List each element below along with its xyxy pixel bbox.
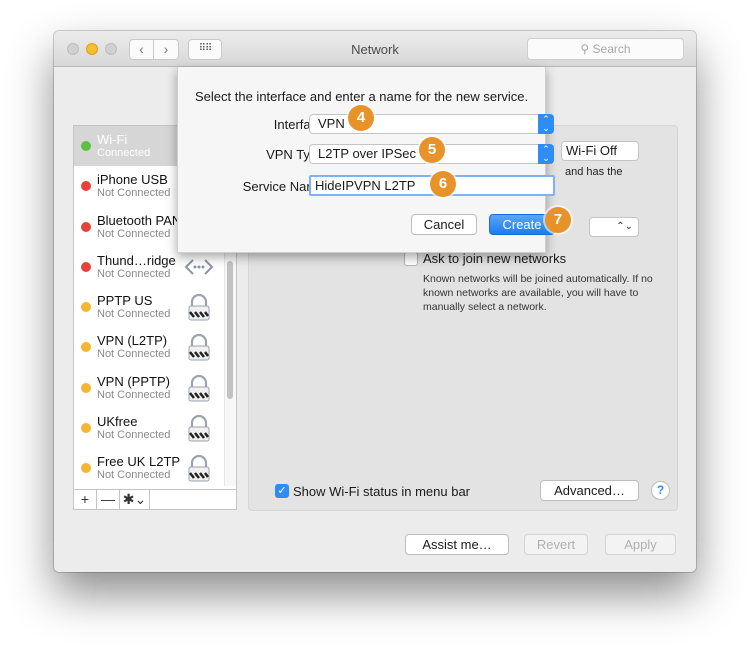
- status-dot-icon: [81, 221, 91, 232]
- step-badge-7: 7: [545, 207, 571, 233]
- network-name-select[interactable]: ⌃⌄: [589, 217, 639, 237]
- ask-join-description: Known networks will be joined automatica…: [423, 273, 653, 313]
- search-icon: ⚲: [580, 42, 593, 56]
- new-service-sheet: Select the interface and enter a name fo…: [177, 67, 555, 253]
- checkmark-icon: ✓: [277, 485, 287, 497]
- search-field[interactable]: ⚲ Search: [527, 38, 684, 60]
- service-status: Not Connected: [97, 469, 171, 482]
- service-item[interactable]: Free UK L2TP Not Connected: [74, 448, 236, 488]
- service-item[interactable]: PPTP US Not Connected: [74, 287, 236, 327]
- ask-join-checkbox[interactable]: [404, 252, 418, 266]
- title-bar: ‹ › ⠿⠿ Network ⚲ Search: [54, 31, 696, 67]
- service-name: UKfree: [97, 414, 138, 430]
- popup-arrows-icon: ⌃⌄: [538, 144, 554, 164]
- service-status: Not Connected: [97, 429, 171, 442]
- step-badge-6: 6: [430, 171, 456, 197]
- status-dot-icon: [81, 261, 91, 272]
- turn-wifi-off-button[interactable]: Wi-Fi Off: [561, 141, 639, 161]
- cancel-button[interactable]: Cancel: [411, 214, 477, 235]
- step-badge-5: 5: [419, 137, 445, 163]
- vpn-lock-icon: [184, 373, 214, 403]
- ask-join-label: Ask to join new networks: [423, 251, 567, 266]
- status-dot-icon: [81, 141, 91, 151]
- vpn-type-value: L2TP over IPSec: [318, 146, 417, 161]
- vpn-lock-icon: [184, 453, 214, 483]
- service-item[interactable]: UKfree Not Connected: [74, 408, 236, 448]
- service-name: VPN (L2TP): [97, 333, 168, 349]
- add-service-button[interactable]: +: [74, 490, 97, 509]
- show-wifi-status-label: Show Wi-Fi status in menu bar: [293, 484, 471, 499]
- interface-select[interactable]: VPN ⌃ ⌄: [309, 114, 554, 134]
- apply-button[interactable]: Apply: [605, 534, 676, 555]
- service-name: Free UK L2TP: [97, 454, 181, 470]
- service-name: PPTP US: [97, 293, 153, 309]
- revert-button[interactable]: Revert: [524, 534, 588, 555]
- vpn-lock-icon: [184, 332, 214, 362]
- status-dot-icon: [81, 463, 91, 474]
- popup-arrows-icon: ⌃⌄: [538, 114, 554, 134]
- service-item[interactable]: VPN (L2TP) Not Connected: [74, 327, 236, 367]
- status-dot-icon: [81, 302, 91, 313]
- service-status: Not Connected: [97, 348, 171, 361]
- help-button[interactable]: ?: [651, 481, 670, 500]
- assist-me-button[interactable]: Assist me…: [405, 534, 509, 555]
- gear-icon: ✱⌄: [122, 491, 147, 507]
- thunderbolt-bridge-icon: [184, 252, 214, 282]
- gear-menu-button[interactable]: ✱⌄: [120, 490, 150, 509]
- remove-service-button[interactable]: —: [97, 490, 120, 509]
- vpn-lock-icon: [184, 413, 214, 443]
- scrollbar-thumb[interactable]: [227, 261, 233, 399]
- status-dot-icon: [81, 382, 91, 393]
- service-status: Not Connected: [97, 267, 171, 280]
- status-dot-icon: [81, 181, 91, 192]
- service-list-toolbar: + — ✱⌄: [74, 489, 236, 509]
- service-name: VPN (PPTP): [97, 373, 170, 389]
- service-name: Thund…ridge: [97, 252, 176, 268]
- sheet-message: Select the interface and enter a name fo…: [195, 89, 529, 104]
- question-icon: ?: [656, 483, 665, 497]
- popup-arrows-icon: ⌃⌄: [616, 221, 633, 232]
- search-placeholder: Search: [592, 42, 631, 56]
- status-dot-icon: [81, 423, 91, 434]
- service-status: Not Connected: [97, 308, 171, 321]
- vpn-lock-icon: [184, 292, 214, 322]
- advanced-button[interactable]: Advanced…: [540, 480, 639, 501]
- show-wifi-status-checkbox[interactable]: ✓: [275, 484, 289, 498]
- status-dot-icon: [81, 342, 91, 353]
- service-status: Not Connected: [97, 388, 171, 401]
- step-badge-4: 4: [348, 105, 374, 131]
- interface-value: VPN: [318, 116, 345, 131]
- wifi-status-text: and has the: [565, 166, 623, 178]
- service-item[interactable]: VPN (PPTP) Not Connected: [74, 368, 236, 408]
